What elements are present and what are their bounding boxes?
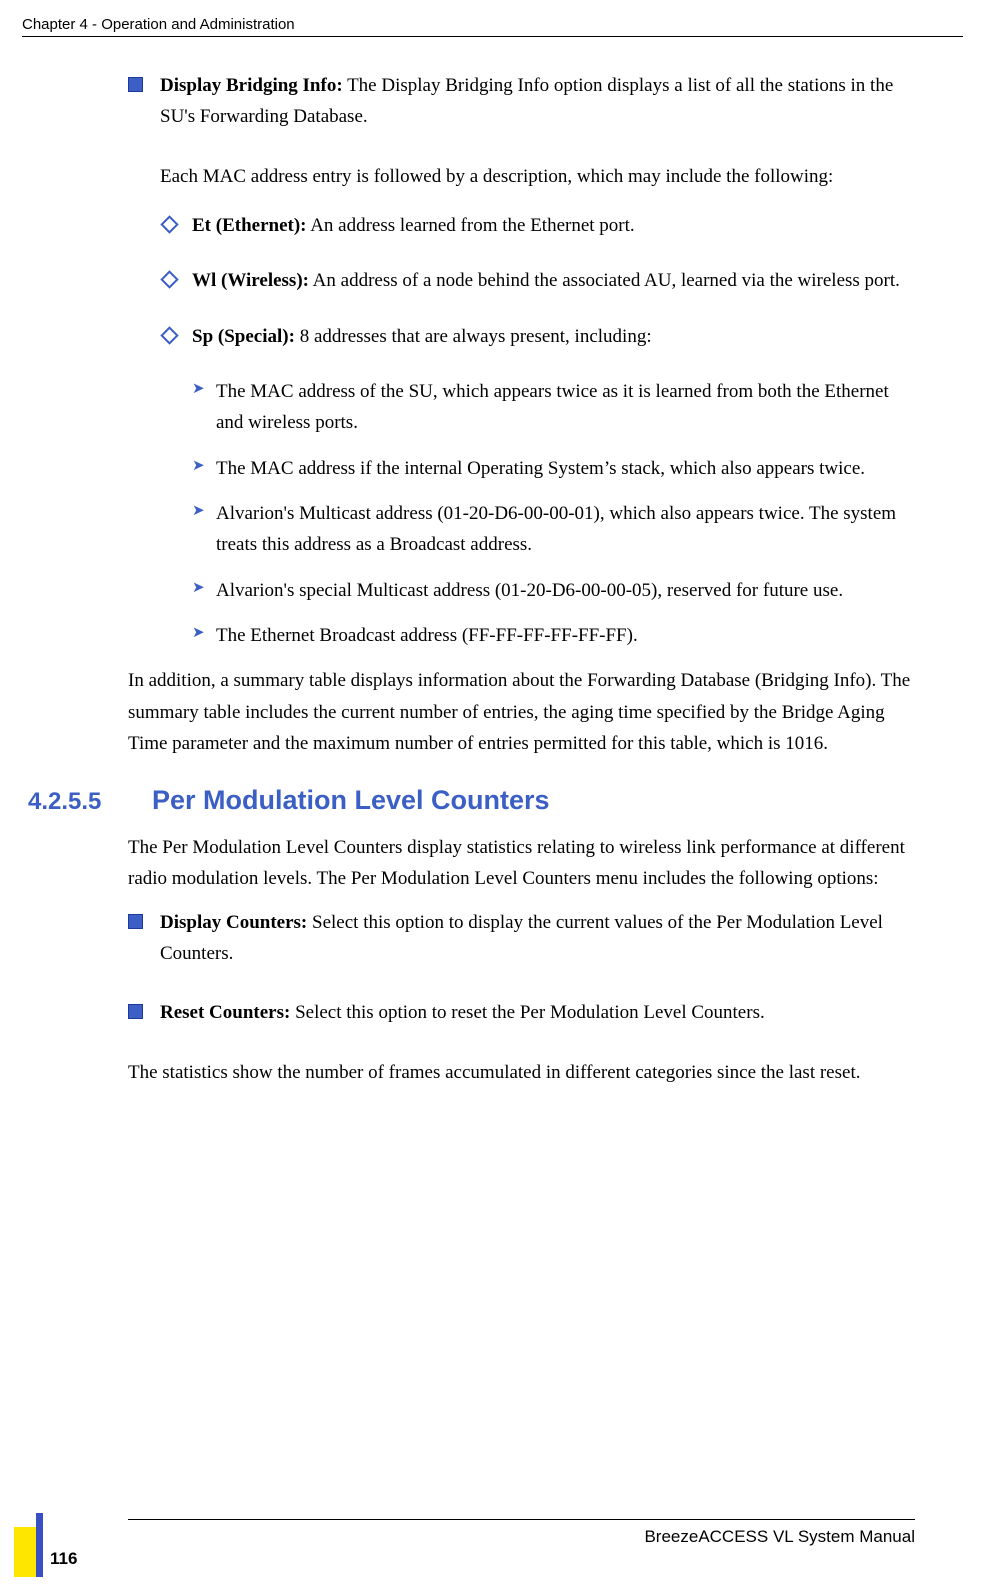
option-label: Reset Counters: <box>160 1002 290 1023</box>
bridging-followup: Each MAC address entry is followed by a … <box>160 161 915 192</box>
page-footer: BreezeACCESS VL System Manual 116 <box>0 1507 985 1577</box>
item-label: Wl (Wireless): <box>192 270 309 291</box>
main-content: Display Bridging Info: The Display Bridg… <box>128 58 915 1098</box>
bridging-summary: In addition, a summary table displays in… <box>128 665 915 759</box>
item-text: An address of a node behind the associat… <box>309 270 900 291</box>
item-label: Sp (Special): <box>192 326 295 347</box>
item-text: 8 addresses that are always present, inc… <box>295 326 652 347</box>
page-number: 116 <box>50 1549 77 1569</box>
list-item: Alvarion's special Multicast address (01… <box>192 575 915 606</box>
section-title: Per Modulation Level Counters <box>152 778 550 823</box>
list-item: Display Bridging Info: The Display Bridg… <box>128 70 915 133</box>
option-label: Display Counters: <box>160 912 307 933</box>
item-label: Et (Ethernet): <box>192 215 307 236</box>
list-item: Wl (Wireless): An address of a node behi… <box>160 265 915 296</box>
list-item: Display Counters: Select this option to … <box>128 907 915 970</box>
footer-accent-yellow <box>14 1527 36 1577</box>
list-item: Reset Counters: Select this option to re… <box>128 997 915 1028</box>
footer-rule <box>128 1519 915 1520</box>
section-heading: 4.2.5.5 Per Modulation Level Counters <box>28 778 915 823</box>
footer-accent-blue <box>36 1513 43 1577</box>
list-item: The MAC address if the internal Operatin… <box>192 453 915 484</box>
list-item: Et (Ethernet): An address learned from t… <box>160 210 915 241</box>
option-text: Select this option to reset the Per Modu… <box>290 1002 764 1023</box>
section-intro: The Per Modulation Level Counters displa… <box>128 832 915 895</box>
section-number: 4.2.5.5 <box>28 782 120 822</box>
bridging-info-list: Display Bridging Info: The Display Bridg… <box>128 70 915 133</box>
list-item: Sp (Special): 8 addresses that are alway… <box>160 321 915 352</box>
list-item: Alvarion's Multicast address (01-20-D6-0… <box>192 498 915 561</box>
item-text: An address learned from the Ethernet por… <box>307 215 635 236</box>
counter-options-list: Display Counters: Select this option to … <box>128 907 915 1029</box>
chapter-title: Chapter 4 - Operation and Administration <box>22 16 295 33</box>
list-item: The MAC address of the SU, which appears… <box>192 376 915 439</box>
section-closing: The statistics show the number of frames… <box>128 1057 915 1088</box>
special-addresses-list: The MAC address of the SU, which appears… <box>192 376 915 651</box>
option-label: Display Bridging Info: <box>160 75 343 96</box>
mac-description-list: Et (Ethernet): An address learned from t… <box>160 210 915 352</box>
list-item: The Ethernet Broadcast address (FF-FF-FF… <box>192 620 915 651</box>
page-header: Chapter 4 - Operation and Administration <box>22 16 963 37</box>
manual-title: BreezeACCESS VL System Manual <box>644 1527 915 1547</box>
